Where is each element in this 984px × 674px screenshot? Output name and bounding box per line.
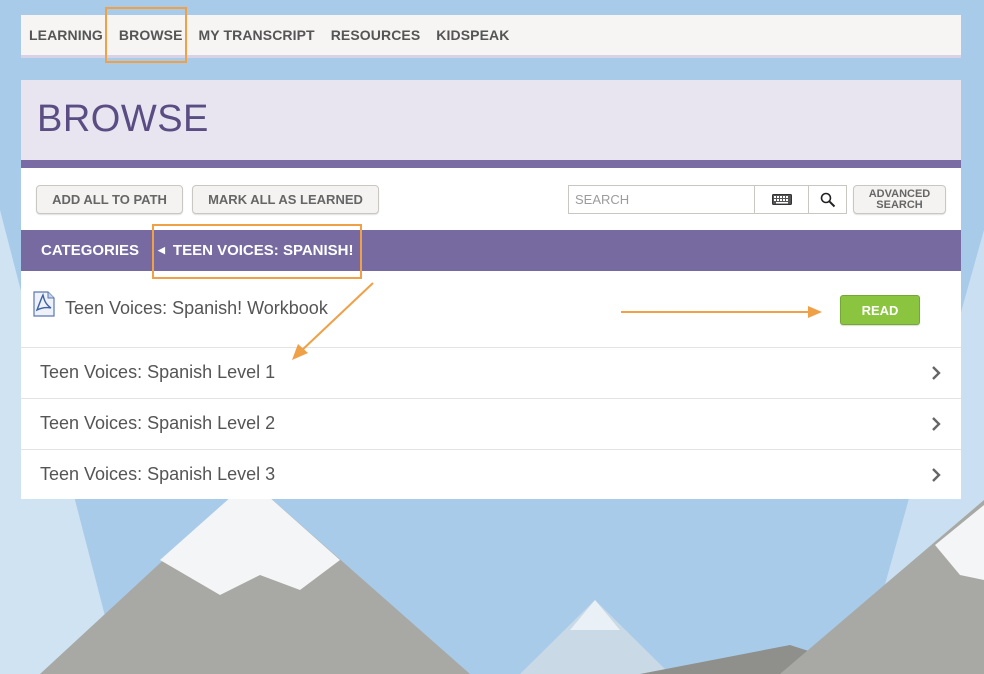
breadcrumb-current-label: TEEN VOICES: SPANISH! <box>172 242 354 259</box>
list-item-level-2[interactable]: Teen Voices: Spanish Level 2 <box>21 399 961 450</box>
nav-browse[interactable]: BROWSE <box>119 27 183 43</box>
chevron-right-icon <box>932 417 941 431</box>
list-item-label: Teen Voices: Spanish Level 3 <box>40 464 276 484</box>
browse-panel: BROWSE ADD ALL TO PATH MARK ALL AS LEARN… <box>21 80 961 499</box>
file-item-label[interactable]: Teen Voices: Spanish! Workbook <box>65 298 328 319</box>
nav-resources[interactable]: RESOURCES <box>331 27 421 43</box>
toolbar: ADD ALL TO PATH MARK ALL AS LEARNED ADVA… <box>21 168 961 230</box>
page-header: BROWSE <box>21 80 961 168</box>
advanced-search-button[interactable]: ADVANCED SEARCH <box>853 185 946 214</box>
advanced-search-label-line2: SEARCH <box>876 198 923 211</box>
search-input[interactable] <box>568 185 754 214</box>
top-nav: LEARNING BROWSE MY TRANSCRIPT RESOURCES … <box>21 15 961 58</box>
list-item-label: Teen Voices: Spanish Level 2 <box>40 413 276 433</box>
list-item-label: Teen Voices: Spanish Level 1 <box>40 362 276 382</box>
nav-learning[interactable]: LEARNING <box>29 27 103 43</box>
nav-my-transcript[interactable]: MY TRANSCRIPT <box>199 27 315 43</box>
search-icon <box>820 192 835 207</box>
chevron-right-icon <box>932 468 941 482</box>
read-button[interactable]: READ <box>840 295 920 325</box>
advanced-search-label-line1: ADVANCED <box>868 187 931 200</box>
keyboard-button[interactable] <box>754 185 809 214</box>
breadcrumb: CATEGORIES ◀ TEEN VOICES: SPANISH! <box>21 224 961 279</box>
list-item-level-3[interactable]: Teen Voices: Spanish Level 3 <box>21 450 961 501</box>
mark-all-as-learned-button[interactable]: MARK ALL AS LEARNED <box>192 185 379 214</box>
file-item-row: Teen Voices: Spanish! Workbook READ <box>21 271 961 348</box>
caret-left-icon: ◀ <box>158 245 165 255</box>
breadcrumb-current[interactable]: ◀ TEEN VOICES: SPANISH! <box>158 242 354 259</box>
chevron-right-icon <box>932 366 941 380</box>
page-title: BROWSE <box>37 98 209 140</box>
pdf-icon <box>33 291 55 317</box>
add-all-to-path-button[interactable]: ADD ALL TO PATH <box>36 185 183 214</box>
nav-kidspeak[interactable]: KIDSPEAK <box>436 27 509 43</box>
breadcrumb-categories[interactable]: CATEGORIES <box>41 242 139 259</box>
list-item-level-1[interactable]: Teen Voices: Spanish Level 1 <box>21 348 961 399</box>
keyboard-icon <box>771 194 792 205</box>
search-button[interactable] <box>809 185 847 214</box>
